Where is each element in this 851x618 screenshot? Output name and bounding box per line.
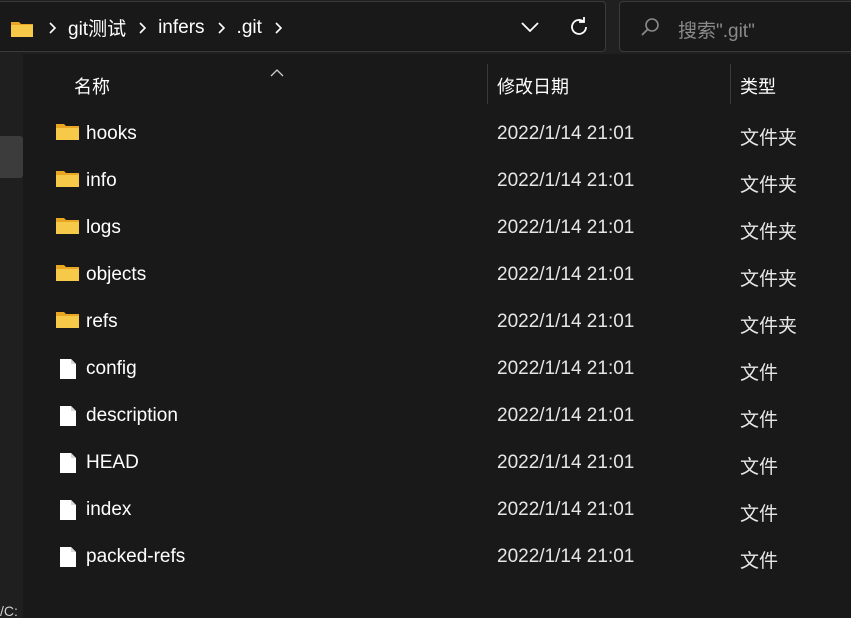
toolbar: git测试 infers .git 搜索".git": [0, 0, 851, 54]
chevron-right-icon[interactable]: [130, 21, 154, 34]
file-type: 文件: [740, 504, 779, 525]
file-name: config: [86, 358, 137, 379]
file-row[interactable]: objects 2022/1/14 21:01 文件夹: [23, 253, 851, 297]
search-input[interactable]: 搜索".git": [619, 1, 851, 52]
file-type: 文件夹: [740, 128, 798, 149]
column-header-name[interactable]: 名称: [74, 73, 110, 99]
column-header-date[interactable]: 修改日期: [497, 73, 569, 99]
file-type: 文件: [740, 457, 779, 478]
file-icon: [59, 452, 77, 479]
folder-icon: [56, 217, 79, 240]
file-row[interactable]: hooks 2022/1/14 21:01 文件夹: [23, 112, 851, 156]
folder-icon: [56, 123, 79, 146]
file-row[interactable]: logs 2022/1/14 21:01 文件夹: [23, 206, 851, 250]
file-date: 2022/1/14 21:01: [497, 217, 635, 238]
file-row[interactable]: refs 2022/1/14 21:01 文件夹: [23, 300, 851, 344]
breadcrumb: git测试 infers .git: [40, 2, 290, 53]
nav-item-label[interactable]: /C:: [0, 603, 18, 618]
file-name: hooks: [86, 123, 137, 144]
file-date: 2022/1/14 21:01: [497, 405, 635, 426]
file-date: 2022/1/14 21:01: [497, 546, 635, 567]
file-date: 2022/1/14 21:01: [497, 170, 635, 191]
navigation-pane: [0, 54, 23, 618]
file-date: 2022/1/14 21:01: [497, 499, 635, 520]
file-icon: [59, 405, 77, 432]
file-row[interactable]: info 2022/1/14 21:01 文件夹: [23, 159, 851, 203]
chevron-right-icon[interactable]: [209, 21, 233, 34]
refresh-icon[interactable]: [567, 15, 591, 39]
column-header-type[interactable]: 类型: [740, 73, 776, 99]
file-icon: [59, 546, 77, 573]
file-type: 文件夹: [740, 316, 798, 337]
column-divider[interactable]: [487, 64, 488, 104]
search-icon: [640, 17, 660, 42]
file-row[interactable]: index 2022/1/14 21:01 文件: [23, 488, 851, 532]
scrollbar-thumb[interactable]: [0, 136, 23, 178]
file-type: 文件: [740, 551, 779, 572]
file-type: 文件夹: [740, 222, 798, 243]
file-row[interactable]: HEAD 2022/1/14 21:01 文件: [23, 441, 851, 485]
file-icon: [59, 358, 77, 385]
file-name: info: [86, 170, 117, 191]
folder-icon: [10, 20, 34, 43]
search-placeholder: 搜索".git": [678, 21, 755, 42]
file-type: 文件: [740, 410, 779, 431]
chevron-down-icon[interactable]: [519, 16, 541, 38]
chevron-right-icon[interactable]: [40, 21, 64, 34]
chevron-right-icon[interactable]: [266, 21, 290, 34]
sort-up-icon: [270, 64, 284, 82]
file-date: 2022/1/14 21:01: [497, 123, 635, 144]
breadcrumb-item[interactable]: .git: [233, 17, 266, 39]
file-type: 文件夹: [740, 269, 798, 290]
breadcrumb-item[interactable]: git测试: [64, 14, 130, 41]
folder-icon: [56, 311, 79, 334]
file-date: 2022/1/14 21:01: [497, 264, 635, 285]
file-date: 2022/1/14 21:01: [497, 452, 635, 473]
file-row[interactable]: packed-refs 2022/1/14 21:01 文件: [23, 535, 851, 579]
file-name: refs: [86, 311, 118, 332]
file-name: HEAD: [86, 452, 139, 473]
address-bar[interactable]: git测试 infers .git: [0, 1, 606, 52]
column-header-row: [23, 62, 851, 108]
file-name: index: [86, 499, 132, 520]
file-type: 文件夹: [740, 175, 798, 196]
file-row[interactable]: description 2022/1/14 21:01 文件: [23, 394, 851, 438]
file-name: packed-refs: [86, 546, 186, 567]
breadcrumb-item[interactable]: infers: [154, 17, 208, 39]
folder-icon: [56, 264, 79, 287]
file-icon: [59, 499, 77, 526]
file-name: objects: [86, 264, 147, 285]
file-name: description: [86, 405, 178, 426]
file-row[interactable]: config 2022/1/14 21:01 文件: [23, 347, 851, 391]
folder-icon: [56, 170, 79, 193]
column-divider[interactable]: [730, 64, 731, 104]
file-name: logs: [86, 217, 121, 238]
file-date: 2022/1/14 21:01: [497, 358, 635, 379]
file-type: 文件: [740, 363, 779, 384]
file-date: 2022/1/14 21:01: [497, 311, 635, 332]
